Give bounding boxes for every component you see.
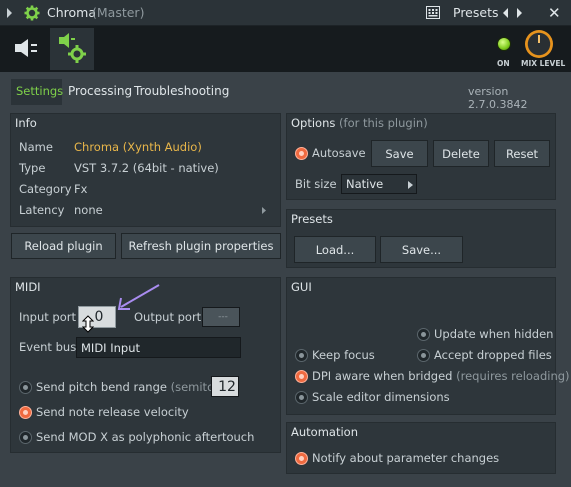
latency-arrow-icon[interactable] [261,206,267,215]
on-label: ON [497,59,510,68]
type-value: VST 3.7.2 (64bit - native) [74,161,219,175]
bit-size-arrow-icon [408,181,413,189]
autosave-radio[interactable] [295,147,308,160]
reload-plugin-button[interactable]: Reload plugin [11,233,116,259]
version-label: version 2.7.0.3842 [468,85,528,111]
mix-level-label: MIX LEVEL [521,59,566,68]
tab-processing[interactable]: Processing [68,84,132,98]
category-label: Category [19,182,72,196]
pitch-bend-stepper[interactable]: 12 [211,376,239,397]
preset-save-button[interactable]: Save... [380,236,463,263]
speaker-icon[interactable] [13,36,39,60]
options-reset-button[interactable]: Reset [494,140,550,167]
type-label: Type [19,161,46,175]
window-title: Chroma [47,5,96,20]
event-bus-value: MIDI Input [81,340,140,355]
note-release-label: Send note release velocity [36,405,189,419]
scale-editor-radio[interactable] [295,391,308,404]
refresh-plugin-properties-button[interactable]: Refresh plugin properties [121,233,281,259]
preset-prev-icon[interactable] [501,6,511,20]
accept-dropped-label: Accept dropped files [434,348,552,362]
preset-load-button[interactable]: Load... [294,236,376,263]
autosave-label: Autosave [312,146,366,160]
mix-level-knob[interactable] [525,30,553,58]
latency-value[interactable]: none [74,203,103,217]
notify-label: Notify about parameter changes [312,451,500,465]
update-hidden-label: Update when hidden [434,327,554,341]
scale-editor-label: Scale editor dimensions [312,390,450,404]
info-header: Info [15,116,37,130]
mod-x-label: Send MOD X as polyphonic aftertouch [36,430,255,444]
knob-pointer [538,35,540,43]
pitch-bend-value: 12 [218,378,236,395]
name-value: Chroma (Xynth Audio) [74,140,202,154]
options-save-button[interactable]: Save [371,140,428,167]
presets-label[interactable]: Presets [453,5,499,20]
options-header: Options (for this plugin) [291,116,428,130]
resize-cursor-icon [82,315,94,333]
notify-radio[interactable] [295,452,308,465]
bit-size-select[interactable]: Native [341,174,417,194]
window-title-mode: (Master) [92,5,145,20]
presets-header: Presets [291,212,333,226]
input-port-value: 0 [94,309,104,325]
note-release-radio[interactable] [19,406,32,419]
pitch-bend-label: Send pitch bend range (semitones) [36,380,239,394]
output-port-stepper[interactable]: --- [202,307,240,327]
bit-size-value: Native [346,177,384,191]
accept-dropped-radio[interactable] [417,349,430,362]
options-delete-button[interactable]: Delete [433,140,489,167]
dpi-aware-radio[interactable] [295,370,308,383]
presets-browser-icon[interactable] [426,6,440,19]
update-hidden-radio[interactable] [417,328,430,341]
plugin-settings-tool[interactable] [50,28,94,70]
dpi-aware-label: DPI aware when bridged (requires reloadi… [312,369,570,383]
event-bus-select[interactable]: MIDI Input [76,337,241,358]
collapse-arrow-icon[interactable] [7,8,12,18]
annotation-arrow-icon [117,284,160,310]
tab-troubleshooting[interactable]: Troubleshooting [134,84,229,98]
close-icon[interactable]: ✕ [548,4,561,22]
mod-x-radio[interactable] [19,431,32,444]
keep-focus-radio[interactable] [295,349,308,362]
title-bar: Chroma (Master) Presets ✕ [0,0,571,26]
preset-next-icon[interactable] [514,6,524,20]
input-port-label: Input port [19,310,77,324]
event-bus-label: Event bus [19,340,77,354]
category-value: Fx [74,182,88,196]
keep-focus-label: Keep focus [312,348,375,362]
automation-header: Automation [291,425,358,439]
bit-size-label: Bit size [295,177,337,191]
tab-settings-label: Settings [16,84,64,98]
plugin-gear-icon [24,5,40,21]
output-port-value: --- [218,312,228,322]
on-led[interactable] [497,37,511,51]
name-label: Name [19,140,53,154]
latency-label: Latency [19,203,65,217]
midi-header: MIDI [15,280,41,294]
pitch-bend-radio[interactable] [19,381,32,394]
tab-settings[interactable]: Settings [11,79,64,105]
plugin-settings-icon [59,33,86,63]
gui-header: GUI [291,280,312,294]
